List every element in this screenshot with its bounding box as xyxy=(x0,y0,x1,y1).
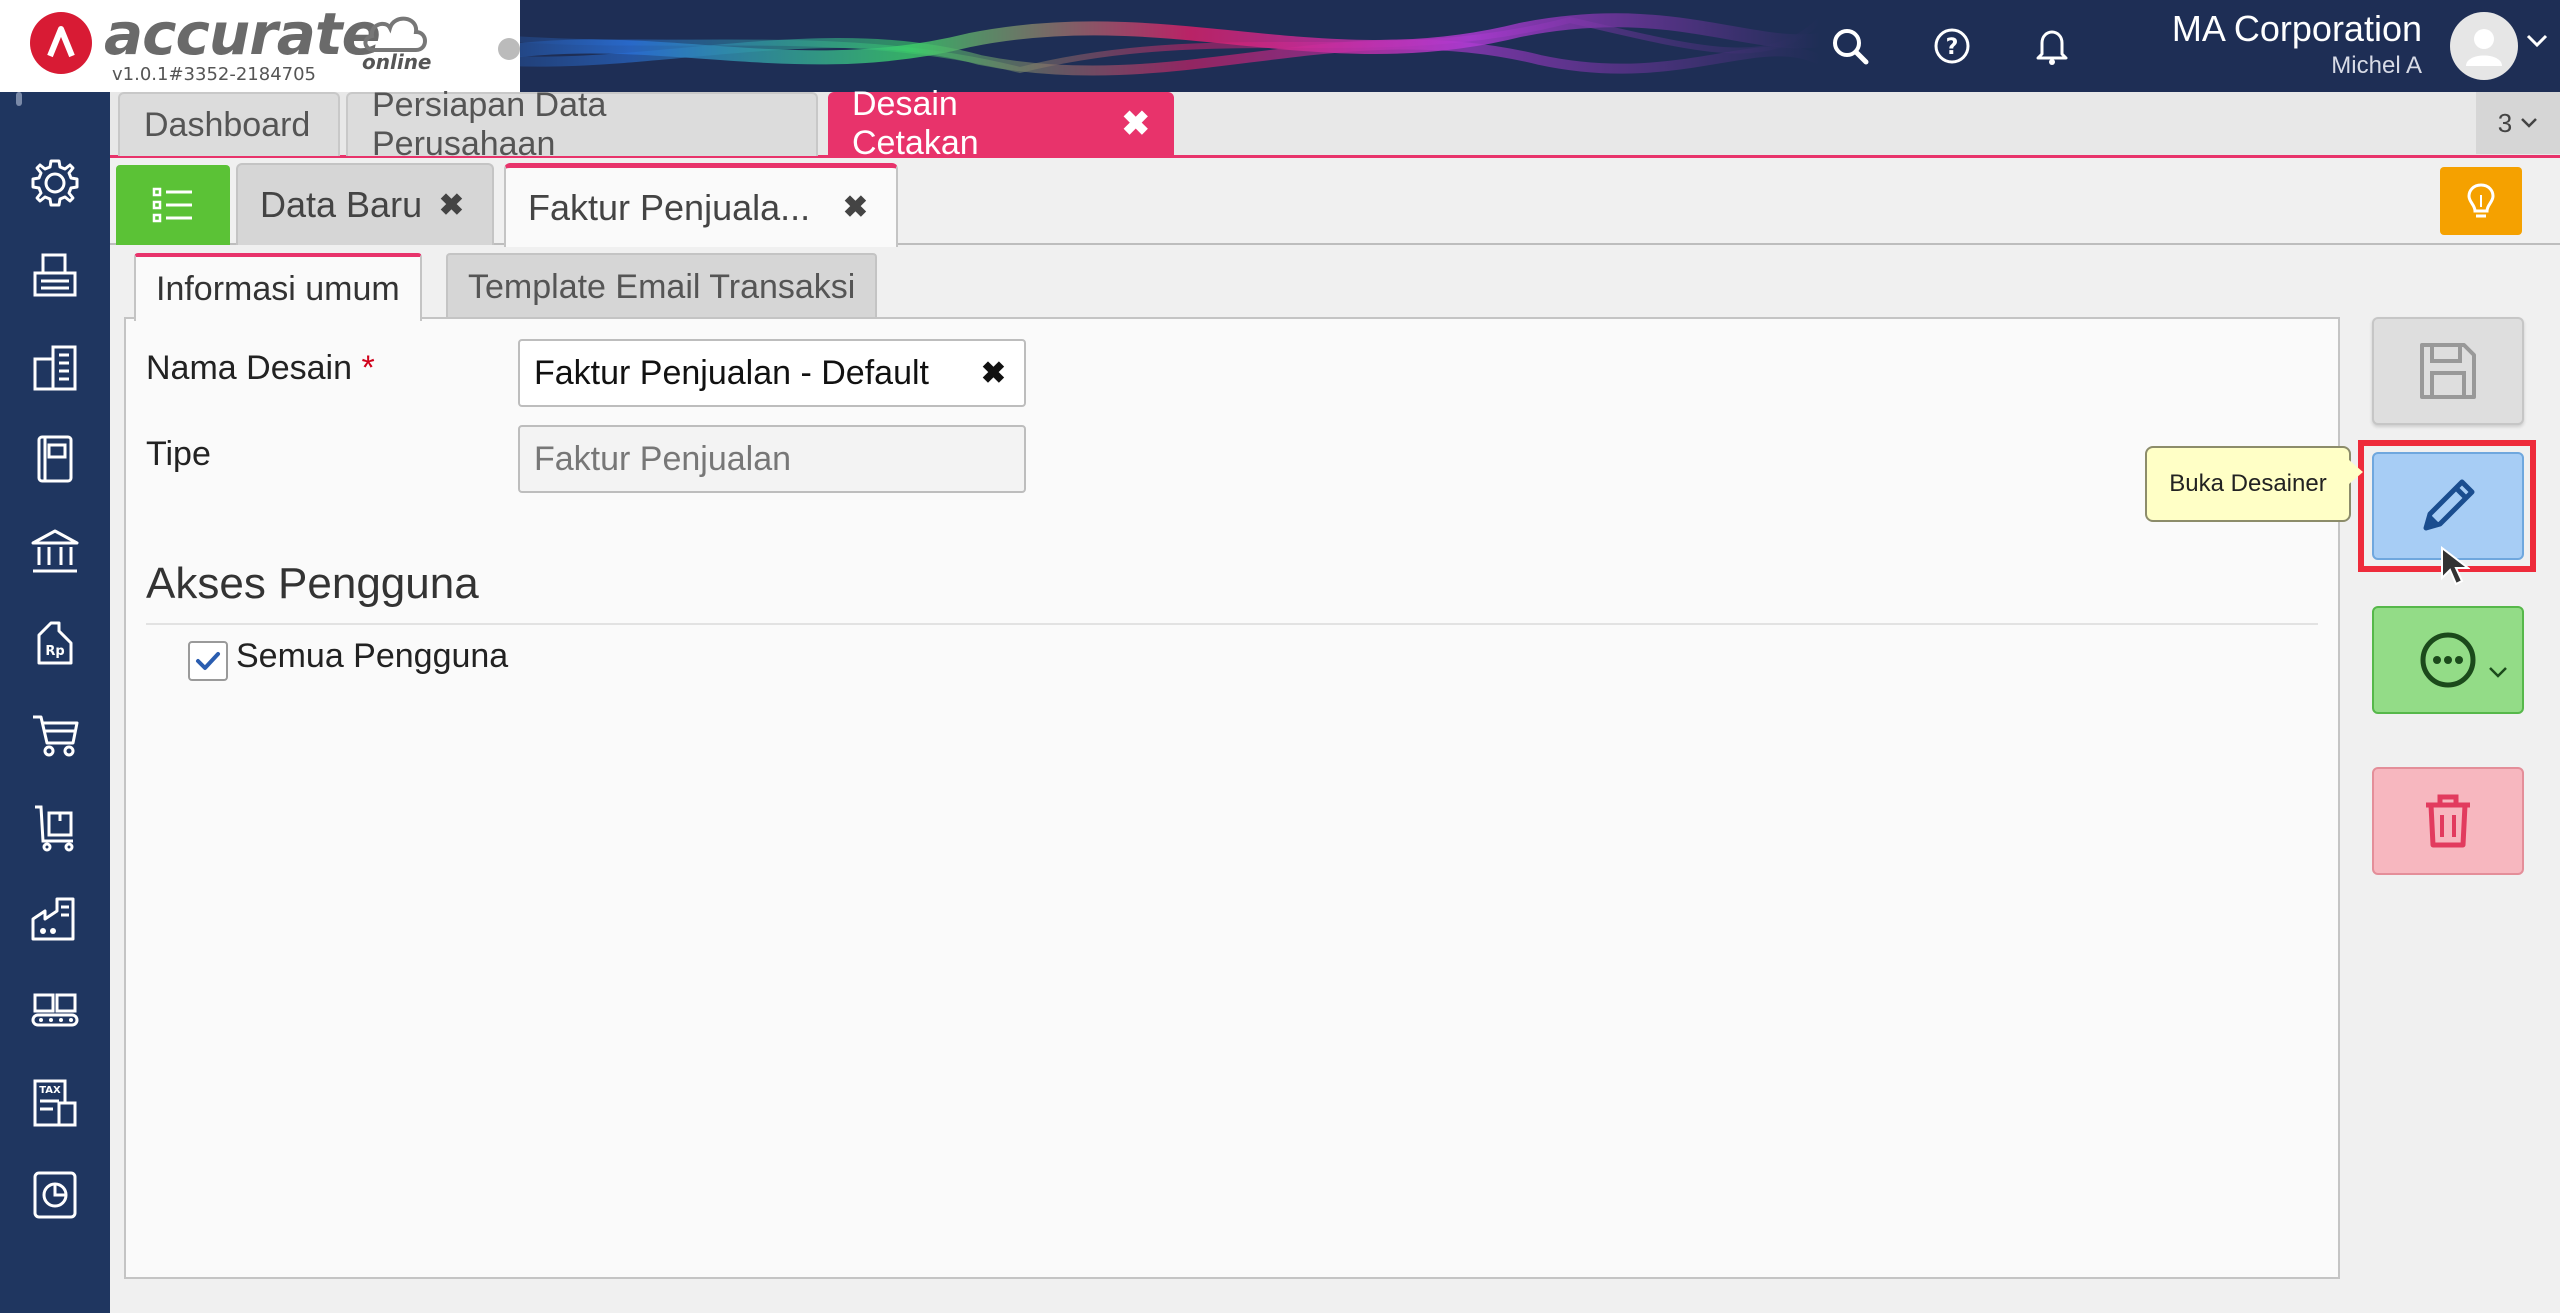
logo-subtext: online xyxy=(362,50,432,74)
fax-icon[interactable] xyxy=(22,242,88,308)
open-designer-button[interactable] xyxy=(2372,452,2524,560)
building-icon[interactable] xyxy=(22,334,88,400)
semua-pengguna-label[interactable]: Semua Pengguna xyxy=(236,637,508,676)
save-icon xyxy=(2420,343,2476,399)
tipe-value: Faktur Penjualan xyxy=(534,439,792,478)
save-button[interactable] xyxy=(2372,317,2524,425)
tooltip: Buka Desainer xyxy=(2145,446,2363,522)
user-name: Michel A xyxy=(2331,52,2422,79)
divider xyxy=(146,623,2318,625)
accurate-logo-icon xyxy=(30,12,92,74)
list-icon xyxy=(152,187,192,223)
required-mark: * xyxy=(361,349,375,387)
search-icon[interactable] xyxy=(1826,22,1874,70)
header-wave-decoration xyxy=(420,0,1820,92)
cloud-icon xyxy=(363,16,427,52)
cart-icon[interactable] xyxy=(22,702,88,768)
tab-faktur-penjualan[interactable]: Faktur Penjuala... ✖ xyxy=(504,163,898,247)
bank-icon[interactable] xyxy=(22,518,88,584)
tips-button[interactable] xyxy=(2440,167,2522,235)
trash-icon xyxy=(2426,794,2470,848)
bell-icon[interactable] xyxy=(2028,22,2076,70)
factory-icon[interactable] xyxy=(22,886,88,952)
company-name: MA Corporation xyxy=(2171,8,2422,49)
company-info[interactable]: MA Corporation Michel A xyxy=(2172,8,2422,80)
version-label: v1.0.1#3352-2184705 xyxy=(112,64,317,85)
rp-tag-icon[interactable]: Rp xyxy=(22,610,88,676)
delete-button[interactable] xyxy=(2372,767,2524,875)
sidebar-scrollbar[interactable] xyxy=(16,92,22,106)
tab-label: Dashboard xyxy=(144,105,311,144)
tab-template-email-transaksi[interactable]: Template Email Transaksi xyxy=(446,253,878,319)
close-icon[interactable]: ✖ xyxy=(1122,104,1151,144)
tab-persiapan-data-perusahaan[interactable]: Persiapan Data Perusahaan xyxy=(346,86,818,163)
tooltip-arrow xyxy=(2349,460,2363,484)
tab-label: Desain Cetakan xyxy=(852,85,979,162)
checkmark-icon xyxy=(196,652,220,670)
tab-count: 3 xyxy=(2497,107,2513,138)
tooltip-text: Buka Desainer xyxy=(2169,470,2327,497)
chevron-down-icon[interactable] xyxy=(2526,34,2548,48)
tab-label: Faktur Penjuala... xyxy=(528,186,811,228)
trolley-icon[interactable] xyxy=(22,794,88,860)
svg-text:TAX: TAX xyxy=(39,1085,61,1096)
warehouse-icon[interactable] xyxy=(22,978,88,1044)
tab-data-baru[interactable]: Data Baru ✖ xyxy=(236,163,494,245)
mouse-cursor-icon xyxy=(2441,546,2470,586)
clear-icon[interactable]: ✖ xyxy=(981,356,1006,391)
top-tab-bar: Dashboard Persiapan Data Perusahaan Desa… xyxy=(110,85,2560,163)
gear-icon[interactable] xyxy=(22,150,88,216)
status-dot xyxy=(498,38,520,60)
form-panel: Nama Desain * Faktur Penjualan - Default… xyxy=(124,317,2340,1279)
lightbulb-icon xyxy=(2467,183,2495,218)
more-options-icon xyxy=(2420,632,2476,688)
close-icon[interactable]: ✖ xyxy=(439,188,464,223)
sub-tab-bar: Data Baru ✖ Faktur Penjuala... ✖ xyxy=(110,161,2560,247)
svg-text:?: ? xyxy=(1946,35,1959,60)
tipe-label: Tipe xyxy=(146,435,211,473)
svg-text:Rp: Rp xyxy=(45,644,64,659)
tax-icon[interactable]: TAX xyxy=(22,1070,88,1136)
chevron-down-icon xyxy=(2521,118,2538,128)
tab-informasi-umum[interactable]: Informasi umum xyxy=(134,253,422,321)
avatar[interactable] xyxy=(2450,12,2518,80)
ledger-icon[interactable] xyxy=(22,426,88,492)
logo-area: accurate online v1.0.1#3352-2184705 xyxy=(0,0,520,92)
tab-label: Informasi umum xyxy=(156,269,400,308)
app-header: accurate online v1.0.1#3352-2184705 ? MA… xyxy=(0,0,2560,92)
chevron-down-icon xyxy=(2489,667,2507,678)
nama-desain-value: Faktur Penjualan - Default xyxy=(534,353,929,392)
tab-count-dropdown[interactable]: 3 xyxy=(2476,92,2560,154)
section-title-akses-pengguna: Akses Pengguna xyxy=(146,559,479,608)
more-options-button[interactable] xyxy=(2372,606,2524,714)
tab-label: Persiapan Data Perusahaan xyxy=(372,86,607,163)
pencil-icon xyxy=(2423,479,2475,531)
nama-desain-label: Nama Desain * xyxy=(146,349,375,388)
tab-dashboard[interactable]: Dashboard xyxy=(118,92,340,156)
report-icon[interactable] xyxy=(22,1162,88,1228)
logo-text: accurate xyxy=(104,0,381,68)
tipe-field: Faktur Penjualan xyxy=(518,425,1026,493)
tab-desain-cetakan[interactable]: Desain Cetakan ✖ xyxy=(828,85,1174,162)
close-icon[interactable]: ✖ xyxy=(843,190,868,225)
nama-desain-field[interactable]: Faktur Penjualan - Default ✖ xyxy=(518,339,1026,407)
tab-label: Data Baru xyxy=(260,184,423,225)
tab-label: Template Email Transaksi xyxy=(468,267,856,306)
list-view-button[interactable] xyxy=(116,165,230,245)
semua-pengguna-checkbox[interactable] xyxy=(188,641,228,681)
label-text: Nama Desain xyxy=(146,349,352,387)
help-icon[interactable]: ? xyxy=(1928,22,1976,70)
sidebar: Rp TAX xyxy=(0,92,110,1313)
